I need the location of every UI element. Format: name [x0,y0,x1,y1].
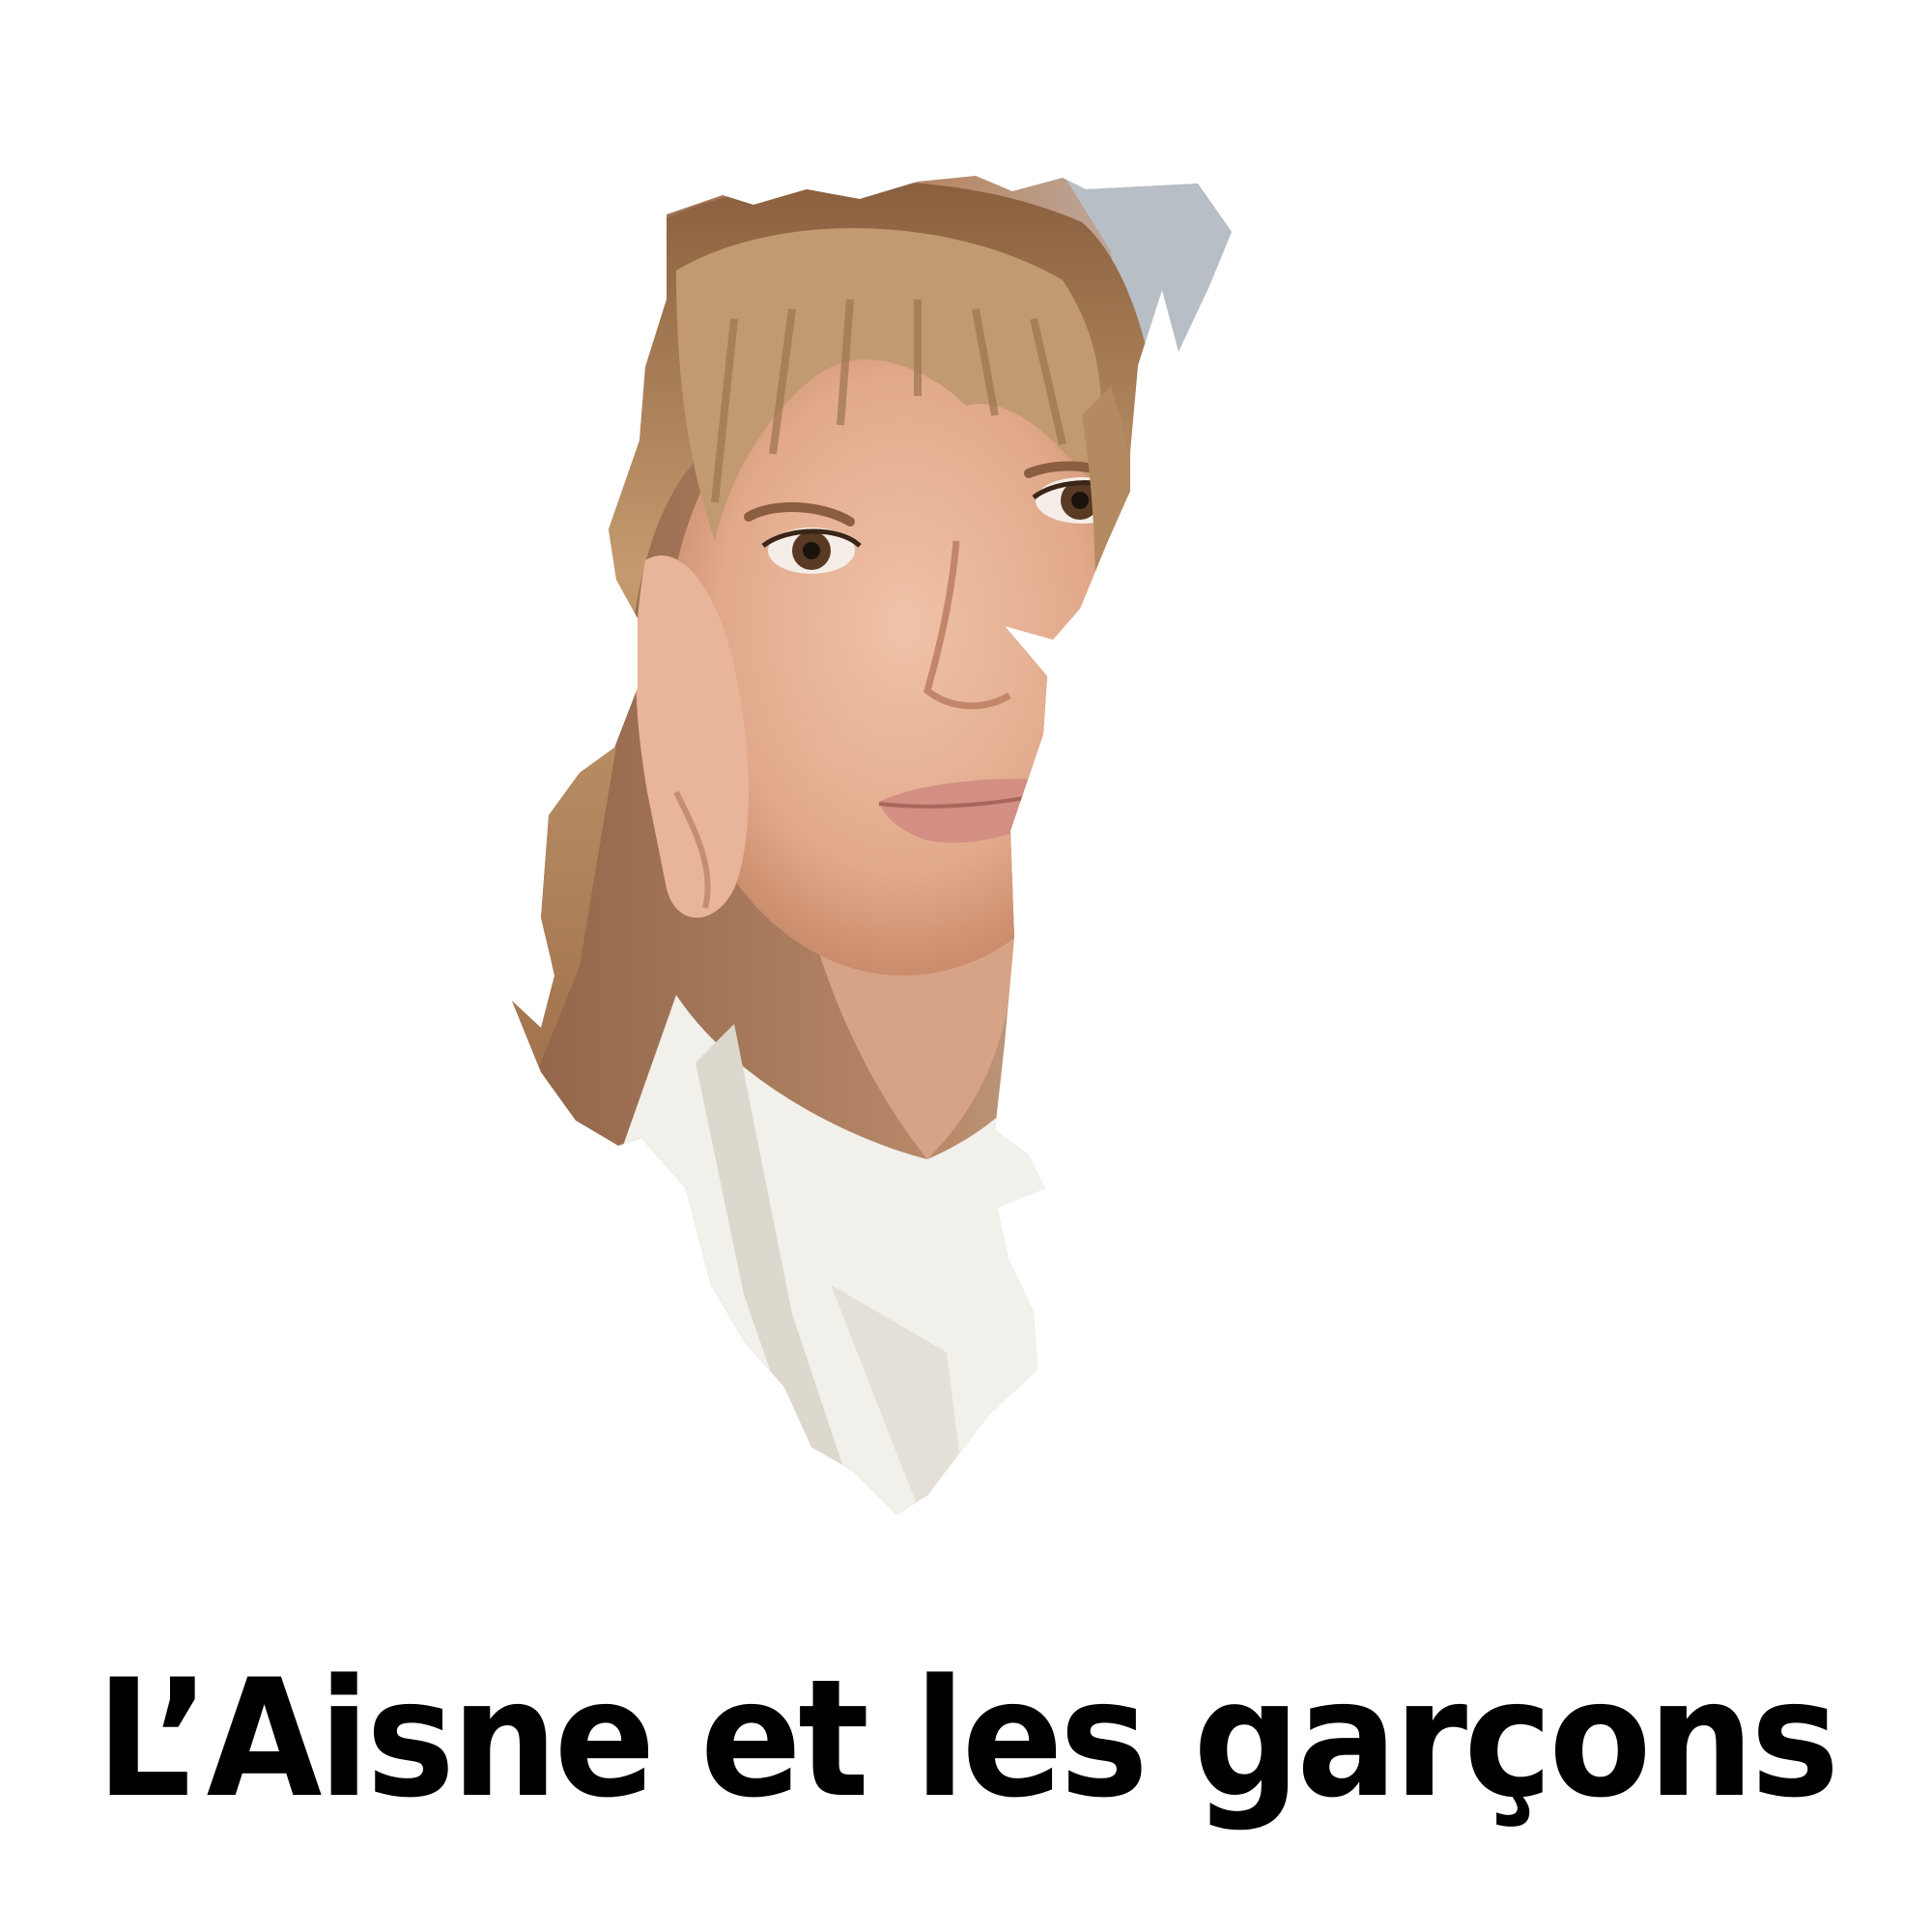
poster-canvas: L’Aisne et les garçons [0,0,1932,1932]
poster-caption: L’Aisne et les garçons [96,1644,1839,1833]
